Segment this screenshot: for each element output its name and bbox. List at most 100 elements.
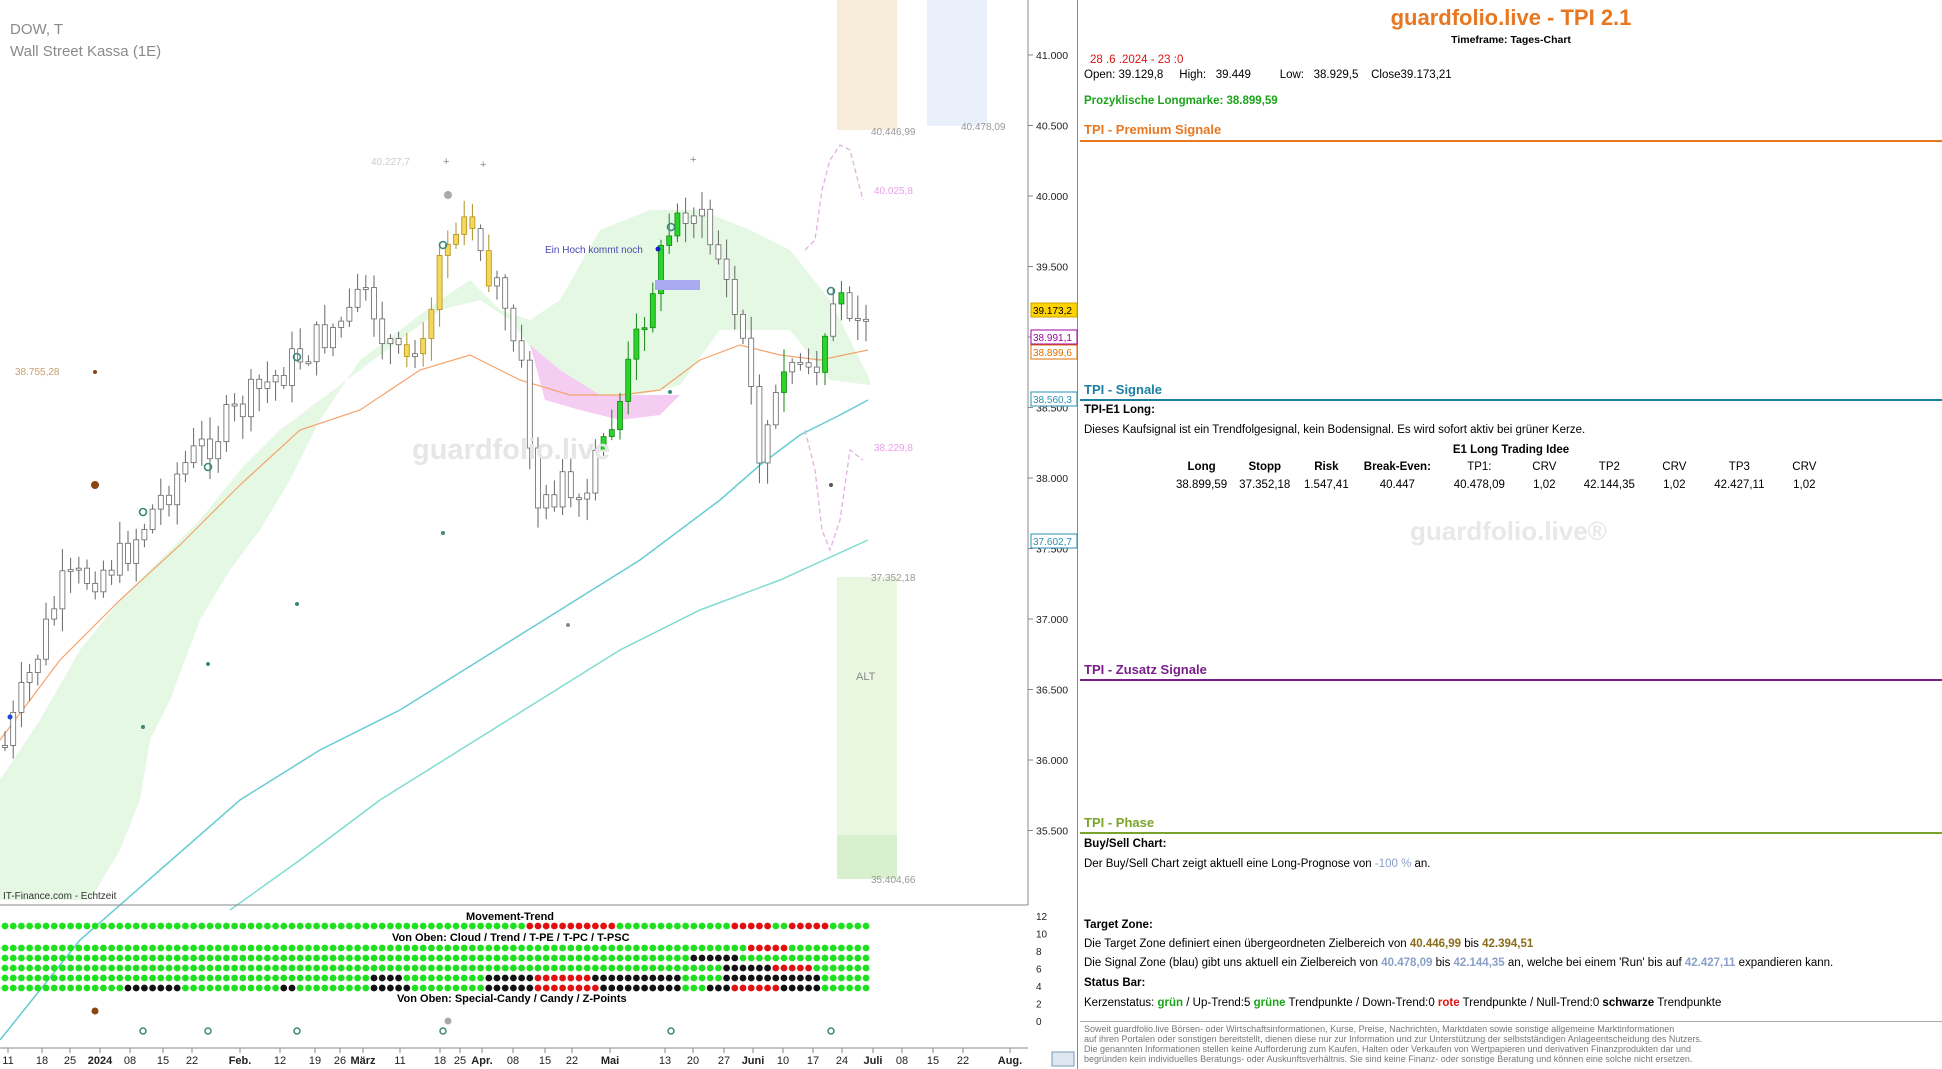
x-tick-label: 20 [687, 1055, 699, 1067]
indicator-dot [149, 964, 157, 972]
indicator-dot [526, 922, 534, 930]
indicator-dot [657, 964, 665, 972]
indicator-dot [780, 922, 788, 930]
indicator-dot [436, 954, 443, 962]
marker-dot [206, 662, 210, 666]
indicator-dot [141, 944, 148, 952]
x-tick-label: 17 [807, 1055, 819, 1067]
indicator-dot [674, 974, 681, 982]
trade-header: TP2 [1598, 461, 1620, 473]
price-tags: 39.173,2 38.991,1 38.899,6 38.560,3 37.602,7 [1030, 302, 1078, 549]
indicator-dot [633, 984, 640, 992]
candle-body [133, 539, 140, 564]
indicator-dot [608, 984, 616, 992]
candle-body [682, 212, 689, 224]
indicator-dot [583, 954, 591, 962]
level-label-40478: 40.478,09 [961, 122, 1006, 133]
indicator-dot [223, 984, 230, 992]
indicator-dot [264, 922, 271, 930]
indicator-dot [239, 974, 247, 982]
indicator-dot [493, 922, 501, 930]
indicator-dot [649, 974, 657, 982]
indicator-dot [165, 954, 173, 962]
trade-value: 1,02 [1663, 479, 1686, 491]
indicator-dot [9, 954, 17, 962]
target-text: Die Target Zone definiert einen übergeor… [1084, 938, 1533, 950]
x-tick-label: März [350, 1055, 376, 1067]
indicator-dot [657, 974, 665, 982]
candle-body [338, 320, 345, 328]
candle-body [157, 494, 164, 510]
stop-zone [837, 577, 897, 879]
indicator-dot [173, 954, 181, 962]
indicator-dot [132, 984, 140, 992]
candle-body [772, 392, 779, 426]
indicator-dot [739, 944, 747, 952]
indicator-dot [862, 964, 870, 972]
candle-body [116, 542, 123, 576]
candle-body [223, 404, 230, 443]
candle-body [84, 567, 90, 584]
indicator-dot [624, 922, 632, 930]
y-axis-ticks: 41.00040.50040.00039.50039.00038.50038.0… [1028, 50, 1068, 838]
indicator-dot [157, 964, 165, 972]
indicator-dot [731, 954, 739, 962]
candle-body [43, 618, 49, 660]
zpoint [827, 1027, 835, 1035]
candle-body [477, 228, 484, 252]
candle-body [813, 366, 820, 373]
indicator-dot [510, 974, 517, 982]
indicator-dot [26, 954, 33, 962]
x-tick-label: 13 [659, 1055, 671, 1067]
indicator-dot [706, 984, 714, 992]
indicator-dot [305, 944, 312, 952]
candle-body [756, 386, 763, 464]
marker-dot [295, 602, 299, 606]
indicator-dot [206, 944, 214, 952]
indicator-dot [682, 964, 689, 972]
status-d: Trendpunkte / Down-Trend:0 [1285, 997, 1438, 1009]
bottom-right-icon[interactable] [1051, 1051, 1075, 1067]
indicator-dot [337, 984, 345, 992]
candle-body [502, 277, 509, 309]
panel-watermark: guardfolio.live® [1410, 516, 1607, 546]
indicator-dot [239, 944, 247, 952]
zpoint [139, 1027, 147, 1035]
indicator-dot [124, 974, 132, 982]
indicator-dot [780, 984, 788, 992]
candle-body [362, 287, 369, 290]
indicator-dot [387, 954, 394, 962]
indicator-dot [493, 964, 501, 972]
indicator-dot [190, 974, 198, 982]
e1-title: TPI-E1 Long: [1084, 404, 1155, 416]
x-tick-label: Feb. [229, 1055, 252, 1067]
candle-body [256, 378, 263, 389]
indicator-dot [362, 974, 370, 982]
panel-title: guardfolio.live - TPI 2.1 [1390, 5, 1632, 30]
x-tick-label: 11 [394, 1055, 405, 1067]
indicator-dot [567, 964, 575, 972]
indicator-dot [26, 922, 33, 930]
trade-header: Break-Even: [1363, 461, 1431, 473]
indicator-dot [600, 984, 607, 992]
indicator-dot [690, 984, 698, 992]
indicator-dot [50, 964, 58, 972]
candle-body [215, 441, 222, 460]
indicator-dot [460, 944, 468, 952]
indicator-y-ticks: 12 10 8 6 4 2 0 [1036, 912, 1048, 1028]
chart-area[interactable]: + + + 41.00040.50040.00039.50039.00038.5… [0, 0, 1078, 1069]
price-chart[interactable]: + + + 41.00040.50040.00039.50039.00038.5… [0, 0, 1078, 1069]
indicator-dot [641, 944, 648, 952]
indicator-dot [231, 964, 239, 972]
x-tick-label: 24 [836, 1055, 848, 1067]
indicator-dot [346, 964, 353, 972]
indicator-dot [698, 964, 706, 972]
low-label: Low: [1279, 69, 1304, 81]
indicator-dot [124, 964, 132, 972]
indicator-dot [797, 984, 804, 992]
indicator-dot [132, 974, 140, 982]
indicator-dot [100, 944, 107, 952]
indicator-dot [264, 984, 271, 992]
indicator-dot [518, 944, 525, 952]
indicator-dot [247, 974, 255, 982]
